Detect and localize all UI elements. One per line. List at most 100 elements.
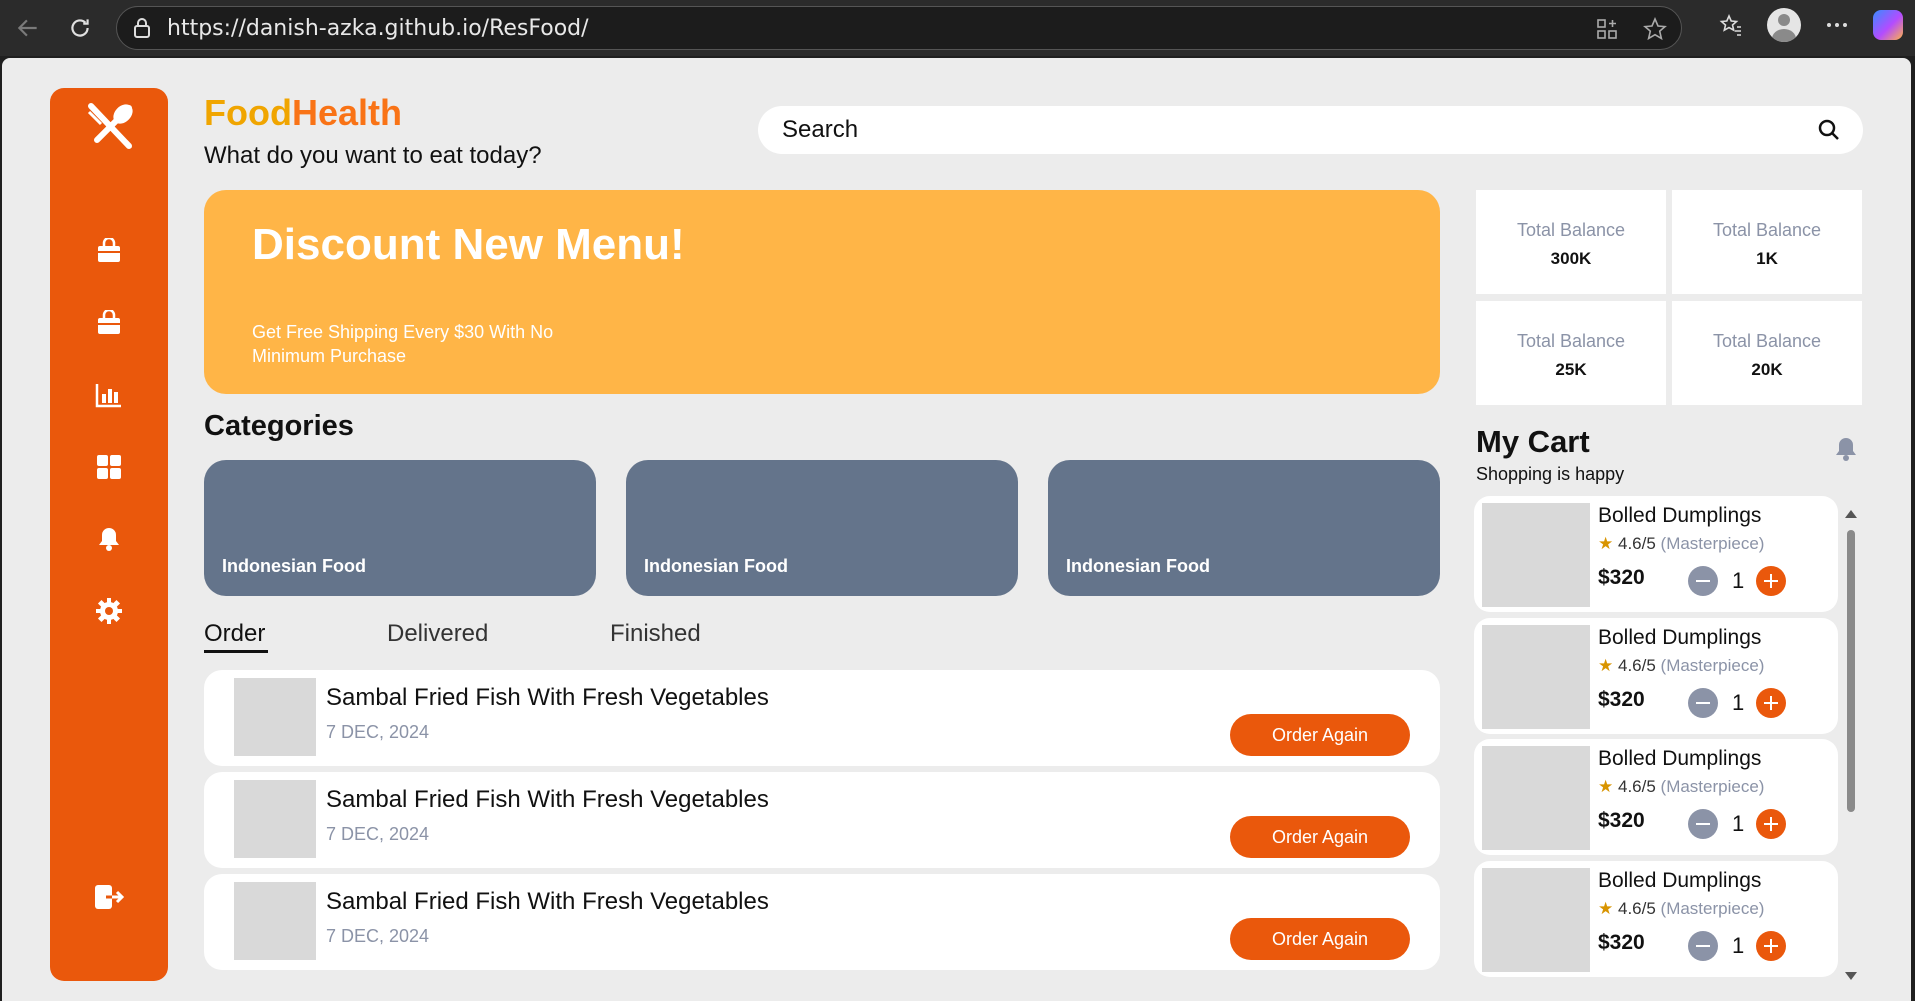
decrease-quantity-button[interactable] bbox=[1688, 931, 1718, 961]
increase-quantity-button[interactable] bbox=[1756, 809, 1786, 839]
category-label: Indonesian Food bbox=[644, 556, 788, 576]
cart-title: My Cart bbox=[1476, 424, 1590, 459]
rating-value: 4.6/5 bbox=[1617, 656, 1656, 675]
cart-item-name: Bolled Dumplings bbox=[1598, 504, 1762, 527]
order-again-button[interactable]: Order Again bbox=[1230, 918, 1410, 960]
order-image bbox=[234, 780, 316, 858]
star-icon: ★ bbox=[1598, 534, 1614, 553]
rating-value: 4.6/5 bbox=[1617, 534, 1656, 553]
quantity-value: 1 bbox=[1732, 933, 1745, 958]
tab-order[interactable]: Order bbox=[204, 620, 265, 648]
cart-item-image bbox=[1482, 868, 1590, 972]
brand-logo-text: FoodHealth bbox=[204, 92, 402, 134]
balance-value: 300K bbox=[1550, 249, 1592, 268]
cart-item-name: Bolled Dumplings bbox=[1598, 747, 1762, 770]
quantity-value: 1 bbox=[1732, 690, 1745, 715]
star-icon: ★ bbox=[1598, 777, 1614, 796]
decrease-quantity-button[interactable] bbox=[1688, 688, 1718, 718]
shopping-bag-icon[interactable] bbox=[94, 308, 124, 338]
category-label: Indonesian Food bbox=[1066, 556, 1210, 576]
logout-icon[interactable] bbox=[94, 882, 124, 912]
bar-chart-icon[interactable] bbox=[94, 380, 124, 410]
search-placeholder: Search bbox=[782, 116, 859, 143]
balance-label: Total Balance bbox=[1516, 331, 1626, 351]
order-again-button[interactable]: Order Again bbox=[1230, 816, 1410, 858]
order-date: 7 DEC, 2024 bbox=[326, 722, 430, 742]
grid-icon[interactable] bbox=[94, 452, 124, 482]
order-image bbox=[234, 882, 316, 960]
decrease-quantity-button[interactable] bbox=[1688, 809, 1718, 839]
back-arrow-icon[interactable] bbox=[8, 8, 48, 48]
brand-part-1: Food bbox=[204, 92, 292, 133]
quantity-value: 1 bbox=[1732, 811, 1745, 836]
sidebar bbox=[50, 88, 168, 981]
order-image bbox=[234, 678, 316, 756]
page-subtitle: What do you want to eat today? bbox=[204, 142, 542, 169]
rating-tag: (Masterpiece) bbox=[1660, 534, 1765, 553]
cart-item: Bolled Dumplings ★ 4.6/5 (Masterpiece) $… bbox=[1474, 861, 1838, 977]
rating-tag: (Masterpiece) bbox=[1660, 899, 1765, 918]
bell-icon[interactable] bbox=[1834, 436, 1858, 467]
address-bar[interactable]: https://danish-azka.github.io/ResFood/ bbox=[116, 6, 1682, 50]
star-icon: ★ bbox=[1598, 656, 1614, 675]
shopping-bag-icon[interactable] bbox=[94, 236, 124, 266]
increase-quantity-button[interactable] bbox=[1756, 566, 1786, 596]
balance-card: Total Balance 20K bbox=[1672, 301, 1862, 405]
balance-label: Total Balance bbox=[1516, 220, 1626, 240]
copilot-icon[interactable] bbox=[1873, 10, 1903, 40]
order-name: Sambal Fried Fish With Fresh Vegetables bbox=[326, 888, 769, 915]
cart-item: Bolled Dumplings ★ 4.6/5 (Masterpiece) $… bbox=[1474, 618, 1838, 734]
balance-card: Total Balance 25K bbox=[1476, 301, 1666, 405]
tab-finished[interactable]: Finished bbox=[610, 620, 701, 648]
search-input[interactable]: Search bbox=[758, 106, 1863, 154]
url-text: https://danish-azka.github.io/ResFood/ bbox=[167, 15, 589, 41]
cart-item-price: $320 bbox=[1598, 809, 1645, 832]
cart-item-image bbox=[1482, 625, 1590, 729]
cart-item: Bolled Dumplings ★ 4.6/5 (Masterpiece) $… bbox=[1474, 739, 1838, 855]
banner-title: Discount New Menu! bbox=[252, 220, 685, 269]
scroll-up-arrow-icon[interactable] bbox=[1845, 510, 1857, 518]
cart-item: Bolled Dumplings ★ 4.6/5 (Masterpiece) $… bbox=[1474, 496, 1838, 612]
brand-part-2: Health bbox=[291, 92, 402, 133]
banner-text: Get Free Shipping Every $30 With No Mini… bbox=[252, 322, 554, 366]
favorite-star-icon[interactable] bbox=[1641, 15, 1669, 43]
category-card[interactable]: Indonesian Food bbox=[1048, 460, 1440, 596]
reload-icon[interactable] bbox=[60, 8, 100, 48]
cart-item-name: Bolled Dumplings bbox=[1598, 869, 1762, 892]
scrollbar-thumb[interactable] bbox=[1847, 530, 1855, 812]
cart-item-rating: ★ 4.6/5 (Masterpiece) bbox=[1598, 656, 1764, 676]
increase-quantity-button[interactable] bbox=[1756, 688, 1786, 718]
category-card[interactable]: Indonesian Food bbox=[204, 460, 596, 596]
tab-delivered[interactable]: Delivered bbox=[387, 620, 488, 648]
cart-subtitle: Shopping is happy bbox=[1476, 464, 1625, 484]
bell-icon[interactable] bbox=[94, 524, 124, 554]
more-options-icon[interactable] bbox=[1823, 11, 1851, 39]
cart-item-rating: ★ 4.6/5 (Masterpiece) bbox=[1598, 899, 1764, 919]
active-tab-indicator bbox=[204, 650, 268, 653]
rating-tag: (Masterpiece) bbox=[1660, 777, 1765, 796]
cart-scrollbar[interactable] bbox=[1844, 508, 1858, 984]
increase-quantity-button[interactable] bbox=[1756, 931, 1786, 961]
cart-item-price: $320 bbox=[1598, 566, 1645, 589]
balance-value: 1K bbox=[1756, 249, 1778, 268]
scroll-down-arrow-icon[interactable] bbox=[1845, 972, 1857, 980]
profile-avatar[interactable] bbox=[1767, 8, 1801, 42]
cart-item-rating: ★ 4.6/5 (Masterpiece) bbox=[1598, 777, 1764, 797]
fork-knife-icon[interactable] bbox=[83, 100, 137, 154]
search-icon[interactable] bbox=[1817, 118, 1841, 147]
favorites-list-icon[interactable] bbox=[1717, 11, 1745, 39]
gear-icon[interactable] bbox=[94, 596, 124, 626]
order-date: 7 DEC, 2024 bbox=[326, 824, 430, 844]
page-content: FoodHealth What do you want to eat today… bbox=[2, 58, 1911, 1001]
cart-item-image bbox=[1482, 503, 1590, 607]
decrease-quantity-button[interactable] bbox=[1688, 566, 1718, 596]
balance-value: 20K bbox=[1751, 360, 1783, 379]
order-row: Sambal Fried Fish With Fresh Vegetables … bbox=[204, 670, 1440, 766]
cart-item-price: $320 bbox=[1598, 688, 1645, 711]
order-again-button[interactable]: Order Again bbox=[1230, 714, 1410, 756]
category-label: Indonesian Food bbox=[222, 556, 366, 576]
order-name: Sambal Fried Fish With Fresh Vegetables bbox=[326, 786, 769, 813]
balance-card: Total Balance 300K bbox=[1476, 190, 1666, 294]
app-available-icon[interactable] bbox=[1593, 15, 1621, 43]
category-card[interactable]: Indonesian Food bbox=[626, 460, 1018, 596]
